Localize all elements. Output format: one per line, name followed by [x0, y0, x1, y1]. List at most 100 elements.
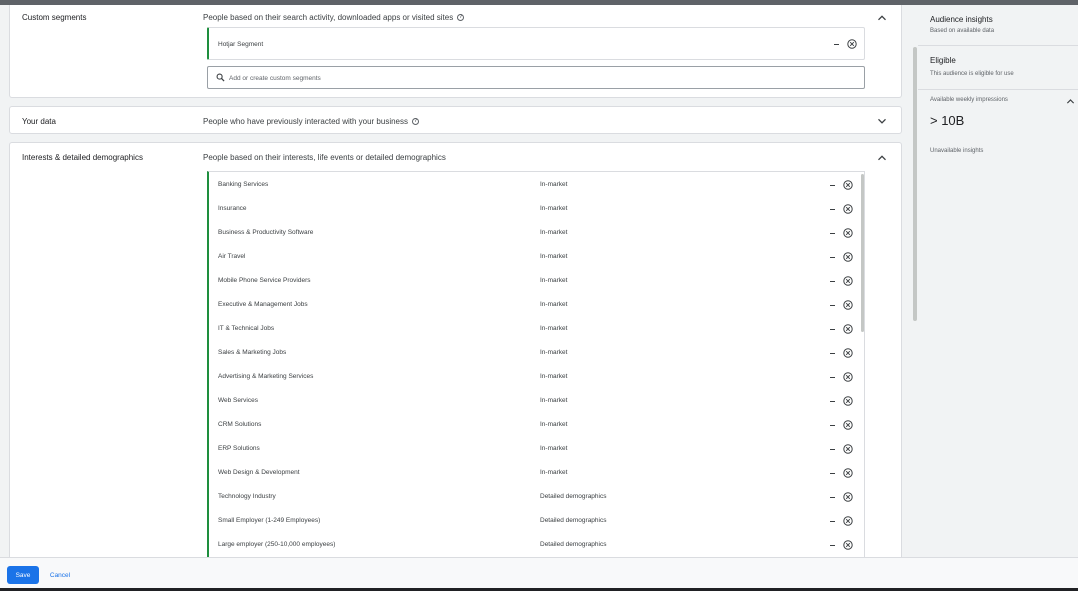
interest-name: Web Design & Development — [218, 469, 300, 476]
interest-type: In-market — [540, 325, 568, 332]
list-scrollbar[interactable] — [861, 174, 864, 332]
list-item: Web Services In-market — [209, 388, 859, 412]
list-item: Executive & Management Jobs In-market — [209, 292, 859, 316]
remove-icon[interactable] — [843, 180, 853, 190]
interest-name: Executive & Management Jobs — [218, 301, 308, 308]
exclude-icon[interactable] — [830, 425, 835, 426]
interest-name: Air Travel — [218, 253, 246, 260]
section-description: People who have previously interacted wi… — [203, 117, 420, 126]
scrollbar-thumb[interactable] — [913, 47, 917, 321]
remove-icon[interactable] — [843, 396, 853, 406]
list-item: Large employer (250-10,000 employees) Det… — [209, 532, 859, 556]
help-icon[interactable]: ? — [412, 118, 420, 125]
interest-name: Insurance — [218, 205, 247, 212]
custom-segments-section: Custom segments People based on their se… — [9, 5, 902, 98]
eligibility-description: This audience is eligible for use — [930, 71, 1014, 77]
list-item: Mobile Phone Service Providers In-market — [209, 268, 859, 292]
remove-icon[interactable] — [843, 228, 853, 238]
interest-type: In-market — [540, 349, 568, 356]
interest-name: Business & Productivity Software — [218, 229, 314, 236]
exclude-icon[interactable] — [830, 377, 835, 378]
remove-icon[interactable] — [843, 324, 853, 334]
remove-icon[interactable] — [843, 540, 853, 550]
section-title: Custom segments — [22, 13, 87, 22]
remove-icon[interactable] — [847, 39, 857, 49]
eligibility-status: Eligible — [930, 56, 956, 65]
chevron-up-icon[interactable] — [877, 153, 887, 163]
section-description: People based on their interests, life ev… — [203, 153, 446, 162]
cancel-button[interactable]: Cancel — [45, 566, 75, 584]
list-item: Technology Industry Detailed demographics — [209, 484, 859, 508]
help-icon[interactable]: ? — [457, 14, 465, 21]
list-item: Small Employer (1-249 Employees) Detailed… — [209, 508, 859, 532]
interest-name: Advertising & Marketing Services — [218, 373, 314, 380]
remove-icon[interactable] — [843, 204, 853, 214]
chevron-up-icon[interactable] — [1066, 97, 1075, 106]
unavailable-insights: Unavailable insights — [930, 148, 984, 154]
save-button[interactable]: Save — [7, 566, 39, 584]
remove-icon[interactable] — [843, 252, 853, 262]
chevron-down-icon[interactable] — [877, 116, 887, 126]
interest-type: In-market — [540, 469, 568, 476]
interest-name: Sales & Marketing Jobs — [218, 349, 287, 356]
list-item: IT & Technical Jobs In-market — [209, 316, 859, 340]
remove-icon[interactable] — [843, 468, 853, 478]
remove-icon[interactable] — [843, 348, 853, 358]
list-item: ERP Solutions In-market — [209, 436, 859, 460]
audience-insights-panel: Audience insights Based on available dat… — [918, 5, 1078, 557]
interest-type: In-market — [540, 229, 568, 236]
chevron-up-icon[interactable] — [877, 13, 887, 23]
divider — [918, 45, 1078, 46]
interest-name: Technology Industry — [218, 493, 276, 500]
exclude-icon[interactable] — [834, 44, 839, 45]
exclude-icon[interactable] — [830, 497, 835, 498]
description-text: People based on their interests, life ev… — [203, 153, 446, 162]
exclude-icon[interactable] — [830, 305, 835, 306]
list-item: Banking Services In-market — [209, 172, 859, 196]
interest-type: In-market — [540, 205, 568, 212]
exclude-icon[interactable] — [830, 401, 835, 402]
impressions-label: Available weekly impressions — [930, 97, 1008, 103]
description-text: People who have previously interacted wi… — [203, 117, 409, 126]
interest-type: In-market — [540, 445, 568, 452]
remove-icon[interactable] — [843, 492, 853, 502]
exclude-icon[interactable] — [830, 545, 835, 546]
exclude-icon[interactable] — [830, 353, 835, 354]
exclude-icon[interactable] — [830, 473, 835, 474]
description-text: People based on their search activity, d… — [203, 13, 454, 22]
exclude-icon[interactable] — [830, 185, 835, 186]
remove-icon[interactable] — [843, 420, 853, 430]
list-item: Advertising & Marketing Services In-marke… — [209, 364, 859, 388]
remove-icon[interactable] — [843, 300, 853, 310]
exclude-icon[interactable] — [830, 233, 835, 234]
exclude-icon[interactable] — [830, 521, 835, 522]
exclude-icon[interactable] — [830, 257, 835, 258]
search-input[interactable] — [229, 72, 829, 84]
remove-icon[interactable] — [843, 372, 853, 382]
exclude-icon[interactable] — [830, 329, 835, 330]
interest-name: Large employer (250-10,000 employees) — [218, 541, 336, 548]
divider — [918, 89, 1078, 90]
insights-subtitle: Based on available data — [930, 28, 995, 34]
impressions-value: > 10B — [930, 113, 965, 128]
remove-icon[interactable] — [843, 444, 853, 454]
list-item: Web Design & Development In-market — [209, 460, 859, 484]
exclude-icon[interactable] — [830, 281, 835, 282]
interest-name: Web Services — [218, 397, 258, 404]
interest-name: IT & Technical Jobs — [218, 325, 275, 332]
interest-type: Detailed demographics — [540, 517, 607, 524]
interest-type: In-market — [540, 253, 568, 260]
list-item: CRM Solutions In-market — [209, 412, 859, 436]
interest-type: In-market — [540, 181, 568, 188]
remove-icon[interactable] — [843, 276, 853, 286]
custom-segments-search[interactable] — [207, 66, 865, 89]
interest-name: Small Employer (1-249 Employees) — [218, 517, 321, 524]
exclude-icon[interactable] — [830, 449, 835, 450]
exclude-icon[interactable] — [830, 209, 835, 210]
interests-section: Interests & detailed demographics People… — [9, 142, 902, 563]
remove-icon[interactable] — [843, 516, 853, 526]
list-item: Insurance In-market — [209, 196, 859, 220]
list-item: Sales & Marketing Jobs In-market — [209, 340, 859, 364]
footer-bar: Save Cancel — [0, 557, 1078, 591]
your-data-section[interactable]: Your data People who have previously int… — [9, 106, 902, 134]
